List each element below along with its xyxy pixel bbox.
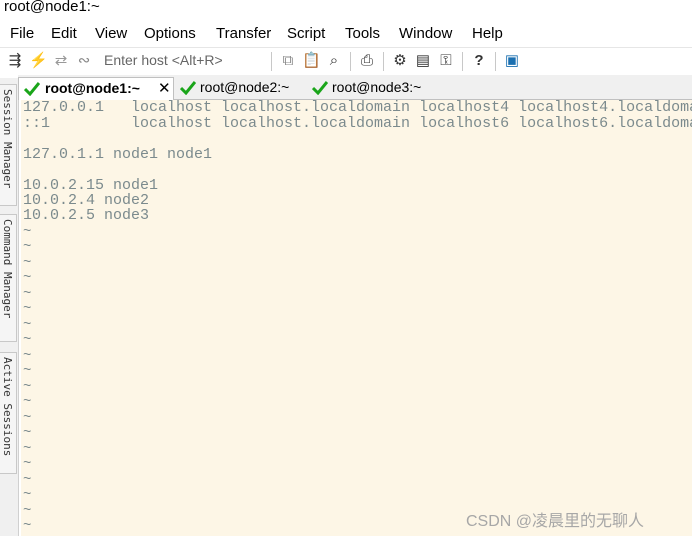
close-icon[interactable]: ✕ — [158, 79, 171, 97]
empty-line-marker: ~ — [23, 332, 32, 348]
menu-view[interactable]: View — [95, 25, 127, 42]
toolbar: ⇶ ⚡ ⇄ ∾ ⧉ 📋 ⌕ ⎙ ⚙ ▤ ⚿ ? ▣ — [0, 47, 692, 75]
tab-label: root@node1:~ — [45, 80, 140, 96]
disconnect-icon[interactable]: ∾ — [75, 52, 93, 70]
tab-node2[interactable]: root@node2:~ — [176, 77, 304, 99]
empty-line-marker: ~ — [23, 394, 32, 410]
check-icon — [312, 81, 328, 95]
tab-node1[interactable]: root@node1:~ ✕ — [18, 77, 174, 100]
session-manager-label: Session Manager — [1, 89, 14, 189]
empty-line-marker: ~ — [23, 425, 32, 441]
empty-line-marker: ~ — [23, 472, 32, 488]
active-sessions-label: Active Sessions — [1, 357, 14, 457]
paste-icon[interactable]: 📋 — [302, 52, 321, 70]
print-icon[interactable]: ⎙ — [358, 52, 376, 70]
terminal-line: 127.0.1.1 node1 node1 — [23, 146, 213, 163]
empty-line-marker: ~ — [23, 363, 32, 379]
help-icon[interactable]: ? — [470, 52, 488, 70]
watermark: CSDN @凌晨里的无聊人 — [466, 513, 645, 530]
keymap-icon[interactable]: ▤ — [414, 52, 432, 70]
title-bar: root@node1:~ — [0, 0, 692, 20]
key-icon[interactable]: ⚿ — [437, 52, 455, 70]
check-icon — [24, 82, 40, 96]
menu-script[interactable]: Script — [287, 25, 325, 42]
command-manager-tab[interactable]: Command Manager — [0, 214, 17, 342]
host-input[interactable] — [98, 50, 276, 70]
empty-line-marker: ~ — [23, 270, 32, 286]
menu-file[interactable]: File — [10, 25, 34, 42]
empty-line-marker: ~ — [23, 379, 32, 395]
menu-bar: File Edit View Options Transfer Script T… — [0, 22, 692, 46]
tab-node3[interactable]: root@node3:~ — [308, 77, 436, 99]
terminal-line: ::1 localhost localhost.localdomain loca… — [23, 115, 692, 132]
active-sessions-tab[interactable]: Active Sessions — [0, 352, 17, 474]
terminal-output[interactable]: 127.0.0.1 localhost localhost.localdomai… — [21, 100, 692, 536]
copy-icon[interactable]: ⧉ — [279, 52, 297, 70]
check-icon — [180, 81, 196, 95]
host-box — [98, 50, 276, 72]
menu-transfer[interactable]: Transfer — [216, 25, 271, 42]
command-manager-label: Command Manager — [1, 219, 14, 319]
window-title: root@node1:~ — [4, 0, 100, 15]
menu-options[interactable]: Options — [144, 25, 196, 42]
tab-label: root@node2:~ — [200, 79, 290, 95]
empty-line-marker: ~ — [23, 456, 32, 472]
session-manager-tab[interactable]: Session Manager — [0, 84, 17, 206]
empty-line-marker: ~ — [23, 255, 32, 271]
empty-line-marker: ~ — [23, 348, 32, 364]
terminal-line: 10.0.2.5 node3 — [23, 207, 150, 224]
empty-line-marker: ~ — [23, 286, 32, 302]
empty-line-marker: ~ — [23, 441, 32, 457]
toolbar-separator — [383, 52, 384, 71]
toolbar-separator — [350, 52, 351, 71]
empty-line-marker: ~ — [23, 503, 32, 519]
empty-line-marker: ~ — [23, 301, 32, 317]
session-tab-bar: root@node1:~ ✕ root@node2:~ root@node3:~ — [18, 75, 692, 100]
menu-window[interactable]: Window — [399, 25, 452, 42]
menu-help[interactable]: Help — [472, 25, 503, 42]
empty-line-marker: ~ — [23, 224, 32, 240]
find-icon[interactable]: ⌕ — [325, 52, 343, 70]
sftp-icon[interactable]: ▣ — [503, 52, 521, 70]
menu-edit[interactable]: Edit — [51, 25, 77, 42]
empty-line-marker: ~ — [23, 487, 32, 503]
empty-line-marker: ~ — [23, 239, 32, 255]
gear-icon[interactable]: ⚙ — [391, 52, 409, 70]
terminal-line: 127.0.0.1 localhost localhost.localdomai… — [23, 100, 692, 116]
empty-line-marker: ~ — [23, 518, 32, 534]
menu-tools[interactable]: Tools — [345, 25, 380, 42]
empty-line-marker: ~ — [23, 410, 32, 426]
toolbar-separator — [271, 52, 272, 71]
side-tab-strip: Session Manager Command Manager Active S… — [0, 78, 19, 536]
toolbar-separator — [495, 52, 496, 71]
reconnect-icon[interactable]: ⇄ — [52, 52, 70, 70]
tab-label: root@node3:~ — [332, 79, 422, 95]
connect-icon[interactable]: ⇶ — [6, 52, 24, 70]
empty-line-marker: ~ — [23, 317, 32, 333]
toolbar-separator — [462, 52, 463, 71]
quick-connect-icon[interactable]: ⚡ — [29, 52, 48, 70]
